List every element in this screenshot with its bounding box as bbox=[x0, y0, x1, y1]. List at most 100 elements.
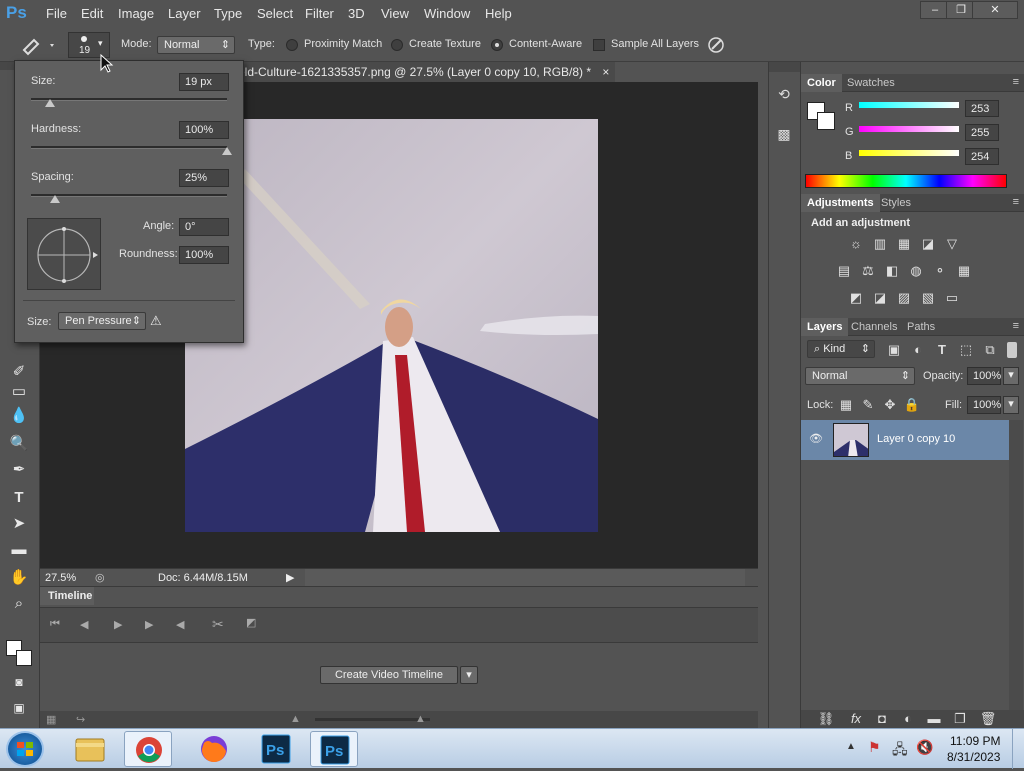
new-adjustment-icon[interactable]: ◐ bbox=[899, 711, 917, 727]
network-icon[interactable]: 🖧 bbox=[892, 739, 908, 763]
taskbar-chrome[interactable] bbox=[124, 731, 172, 767]
new-group-icon[interactable]: ▬ bbox=[925, 711, 943, 727]
size-slider-thumb[interactable] bbox=[45, 99, 55, 107]
status-info-icon[interactable]: ◎ bbox=[95, 571, 105, 584]
photo-filter-icon[interactable]: ◍ bbox=[907, 263, 925, 279]
angle-field[interactable]: 0° bbox=[179, 218, 229, 236]
hardness-slider[interactable] bbox=[31, 146, 227, 149]
document-tab[interactable]: eld-Culture-1621335357.png @ 27.5% (Laye… bbox=[232, 62, 616, 82]
pressure-size-button[interactable] bbox=[706, 35, 728, 55]
proximity-match-radio[interactable] bbox=[286, 39, 298, 51]
path-selection-tool-icon[interactable]: ➤ bbox=[8, 514, 30, 534]
filter-type-icon[interactable]: T bbox=[933, 342, 951, 358]
add-mask-icon[interactable]: ◘ bbox=[873, 711, 891, 727]
spacing-slider-thumb[interactable] bbox=[50, 195, 60, 203]
opacity-field[interactable]: 100% bbox=[967, 367, 1001, 385]
menu-type[interactable]: Type bbox=[214, 6, 242, 21]
b-slider[interactable] bbox=[859, 150, 959, 156]
color-balance-icon[interactable]: ⚖ bbox=[859, 263, 877, 279]
menu-view[interactable]: View bbox=[381, 6, 409, 21]
hue-saturation-icon[interactable]: ▤ bbox=[835, 263, 853, 279]
transition-icon[interactable]: ◩ bbox=[246, 616, 256, 629]
fill-field[interactable]: 100% bbox=[967, 396, 1001, 414]
quick-mask-icon[interactable]: ◙ bbox=[8, 672, 30, 692]
r-slider[interactable] bbox=[859, 102, 959, 108]
content-aware-radio[interactable] bbox=[491, 39, 503, 51]
posterize-icon[interactable]: ◪ bbox=[871, 290, 889, 306]
g-value[interactable]: 255 bbox=[965, 124, 999, 141]
document-image[interactable] bbox=[185, 119, 598, 532]
tab-layers[interactable]: Layers bbox=[801, 318, 849, 336]
clock-time[interactable]: 11:09 PM bbox=[950, 734, 1000, 748]
type-tool-icon[interactable]: T bbox=[8, 488, 30, 508]
timeline-settings-icon[interactable]: ▦ bbox=[46, 713, 56, 726]
next-frame-icon[interactable]: ▶ bbox=[145, 618, 153, 631]
menu-image[interactable]: Image bbox=[118, 6, 154, 21]
tab-paths[interactable]: Paths bbox=[901, 318, 941, 336]
layer-filter-dropdown[interactable]: ⌕ Kind ⇕ bbox=[807, 340, 875, 358]
panel-menu-icon[interactable]: ≡ bbox=[1013, 196, 1019, 208]
menu-file[interactable]: File bbox=[46, 6, 67, 21]
show-desktop-button[interactable] bbox=[1012, 729, 1024, 769]
eye-icon[interactable]: 👁 bbox=[809, 432, 823, 445]
color-spectrum-ramp[interactable] bbox=[805, 174, 1007, 188]
screen-mode-icon[interactable]: ▣ bbox=[8, 698, 30, 718]
close-button[interactable]: ✕ bbox=[972, 1, 1018, 19]
blend-mode-dropdown[interactable]: Normal ⇕ bbox=[805, 367, 915, 385]
panel-menu-icon[interactable]: ≡ bbox=[1013, 76, 1019, 88]
scissors-icon[interactable]: ✂ bbox=[212, 616, 224, 633]
close-tab-icon[interactable]: × bbox=[602, 65, 609, 79]
tab-color[interactable]: Color bbox=[801, 74, 842, 92]
filter-adjustment-icon[interactable]: ◐ bbox=[909, 342, 927, 358]
rectangle-tool-icon[interactable]: ▬ bbox=[8, 540, 30, 560]
status-menu-arrow-icon[interactable]: ▶ bbox=[286, 571, 294, 584]
taskbar-firefox[interactable] bbox=[190, 731, 238, 767]
zoom-out-icon[interactable]: ▲ bbox=[290, 713, 301, 725]
action-center-icon[interactable]: ⚑ bbox=[868, 739, 881, 756]
pen-pressure-dropdown[interactable]: Pen Pressure ⇕ bbox=[58, 312, 146, 330]
background-color-swatch[interactable] bbox=[817, 112, 835, 130]
opacity-slider-toggle[interactable]: ▾ bbox=[1003, 367, 1019, 385]
fill-slider-toggle[interactable]: ▾ bbox=[1003, 396, 1019, 414]
menu-select[interactable]: Select bbox=[257, 6, 293, 21]
r-value[interactable]: 253 bbox=[965, 100, 999, 117]
3d-panel-icon[interactable]: ▩ bbox=[773, 126, 795, 148]
start-button[interactable] bbox=[6, 731, 44, 767]
roundness-field[interactable]: 100% bbox=[179, 246, 229, 264]
size-slider[interactable] bbox=[31, 98, 227, 101]
brush-angle-preview[interactable] bbox=[27, 218, 101, 290]
hardness-slider-thumb[interactable] bbox=[222, 147, 232, 155]
hardness-field[interactable]: 100% bbox=[179, 121, 229, 139]
blur-tool-icon[interactable]: 💧 bbox=[8, 406, 30, 426]
fx-icon[interactable]: fx bbox=[847, 711, 865, 727]
tab-styles[interactable]: Styles bbox=[875, 194, 917, 212]
filter-pixel-icon[interactable]: ▣ bbox=[885, 342, 903, 358]
dodge-tool-icon[interactable]: 🔍 bbox=[8, 434, 30, 454]
selective-color-icon[interactable]: ▧ bbox=[919, 290, 937, 306]
lock-pixels-icon[interactable]: ✎ bbox=[859, 397, 877, 413]
create-texture-radio[interactable] bbox=[391, 39, 403, 51]
filter-toggle-switch[interactable] bbox=[1007, 342, 1017, 358]
convert-icon[interactable]: ↪ bbox=[76, 713, 85, 726]
go-to-first-frame-icon[interactable]: ⏮ bbox=[50, 618, 60, 631]
menu-layer[interactable]: Layer bbox=[168, 6, 201, 21]
tab-swatches[interactable]: Swatches bbox=[841, 74, 901, 92]
curves-icon[interactable]: ▦ bbox=[895, 236, 913, 252]
gradient-map-icon[interactable]: ▭ bbox=[943, 290, 961, 306]
spacing-slider[interactable] bbox=[31, 194, 227, 197]
spacing-field[interactable]: 25% bbox=[179, 169, 229, 187]
hand-tool-icon[interactable]: ✋ bbox=[8, 568, 30, 588]
zoom-tool-icon[interactable]: ⌕ bbox=[8, 594, 30, 614]
eraser-tool-icon[interactable]: ✐ bbox=[8, 362, 30, 382]
create-video-timeline-button[interactable]: Create Video Timeline bbox=[320, 666, 458, 684]
lock-position-icon[interactable]: ✥ bbox=[881, 397, 899, 413]
timeline-tab[interactable]: Timeline bbox=[40, 587, 94, 605]
panel-menu-icon[interactable]: ≡ bbox=[1013, 320, 1019, 332]
volume-icon[interactable]: 🔇 bbox=[916, 739, 933, 756]
horizontal-scrollbar[interactable] bbox=[305, 569, 745, 586]
sample-all-layers-checkbox[interactable] bbox=[593, 39, 605, 51]
pen-tool-icon[interactable]: ✒ bbox=[8, 460, 30, 480]
layers-scrollbar[interactable] bbox=[1009, 420, 1023, 710]
link-layers-icon[interactable]: ⛓ bbox=[817, 711, 835, 727]
threshold-icon[interactable]: ▨ bbox=[895, 290, 913, 306]
